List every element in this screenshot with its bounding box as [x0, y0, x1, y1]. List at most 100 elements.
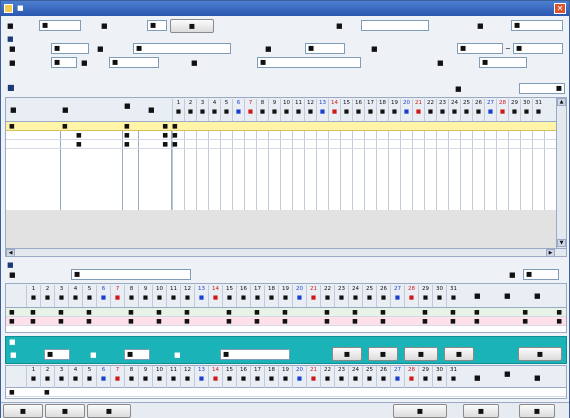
day-value[interactable]: ■ — [82, 308, 96, 317]
scroll-up-icon[interactable]: ▲ — [557, 98, 566, 106]
service-total-field[interactable]: ■ — [519, 83, 565, 94]
day-header-cell: 31 ■ — [446, 366, 460, 388]
change-button[interactable]: ■ — [368, 347, 398, 361]
day-value[interactable]: ■ — [54, 308, 68, 317]
delete-one-button[interactable]: ■ — [404, 347, 438, 361]
weekly-content-field[interactable]: ■ — [71, 269, 191, 280]
insured-number-field[interactable]: ■ — [51, 43, 89, 54]
close-icon[interactable]: ✕ — [554, 3, 566, 14]
day-value[interactable]: ■ — [278, 308, 292, 317]
day-value[interactable]: ■ — [54, 317, 68, 326]
delete-all-button[interactable]: ■ — [444, 347, 474, 361]
day-number: 12 — [184, 367, 191, 373]
day-number: 11 — [170, 367, 177, 373]
day-weekday: ■ — [58, 295, 65, 301]
provider-field[interactable]: ■ — [257, 57, 361, 68]
service-input-title: ■ — [9, 338, 16, 346]
office-field[interactable]: ■ — [147, 20, 167, 31]
day-header-cell: 28 ■ — [404, 366, 418, 388]
save-button[interactable]: ■ — [463, 404, 499, 418]
day-header-cell: 26 ■ — [472, 99, 484, 121]
valid-from-field[interactable]: ■ — [457, 43, 503, 54]
day-header-cell: 26 ■ — [376, 285, 390, 307]
day-value[interactable]: ■ — [418, 308, 432, 317]
day-value[interactable]: ■ — [376, 308, 390, 317]
end-time-label: ■ — [90, 351, 97, 359]
created-date-field[interactable]: ■ — [511, 20, 563, 31]
day-header-cell: 9 ■ — [138, 366, 152, 388]
insurer-name-field[interactable]: ■ — [109, 57, 159, 68]
day-weekday: ■ — [268, 295, 275, 301]
day-value[interactable]: ■ — [418, 317, 432, 326]
valid-to-field[interactable]: ■ — [513, 43, 563, 54]
office-list-button[interactable]: ■ — [170, 19, 214, 33]
day-value[interactable]: ■ — [250, 308, 264, 317]
weekly-plan-row[interactable]: ■ ■ ■ ■ ■ ■ ■ ■ ■ ■ ■ ■ ■ ■ ■ ■ ■ ■ — [6, 308, 566, 317]
weekly-plan-total: ■ — [556, 309, 562, 316]
day-weekday: ■ — [352, 376, 359, 382]
day-weekday: ■ — [44, 376, 51, 382]
day-number: 23 — [439, 100, 446, 106]
confirm-button[interactable]: ■ — [518, 347, 562, 361]
day-weekday: ■ — [338, 295, 345, 301]
day-header-cell: 2 ■ — [184, 99, 196, 121]
end-time-field[interactable]: ■ — [124, 349, 150, 360]
scrollbar-vertical[interactable]: ▲ ▼ — [556, 98, 566, 248]
day-value[interactable]: ■ — [250, 317, 264, 326]
table-row[interactable]: ■ ■ ■ ■ ■ — [6, 122, 556, 131]
day-weekday: ■ — [212, 295, 219, 301]
day-value[interactable]: ■ — [222, 308, 236, 317]
date-field[interactable]: ■ — [39, 20, 81, 31]
scroll-right-icon[interactable]: ▶ — [546, 249, 555, 257]
scrollbar-horizontal[interactable]: ◀ ▶ — [6, 248, 566, 257]
insured-section-title: ■ — [7, 35, 14, 43]
day-weekday: ■ — [86, 376, 93, 382]
creator-field[interactable] — [361, 20, 429, 31]
row-content: ■ — [62, 123, 68, 130]
weekly-plan-button[interactable]: ■ — [87, 404, 131, 418]
day-weekday: ■ — [415, 109, 422, 115]
day-value[interactable]: ■ — [124, 308, 138, 317]
day-number: 3 — [59, 367, 64, 373]
scroll-down-icon[interactable]: ▼ — [557, 239, 566, 247]
day-value[interactable]: ■ — [446, 317, 460, 326]
care-manager-field[interactable]: ■ — [479, 57, 527, 68]
scroll-left-icon[interactable]: ◀ — [6, 249, 15, 257]
add-button[interactable]: ■ — [332, 347, 362, 361]
day-value[interactable]: ■ — [320, 308, 334, 317]
day-value[interactable]: ■ — [446, 308, 460, 317]
day-header-cell: 12 ■ — [180, 366, 194, 388]
previous-data-button[interactable]: ■ — [3, 404, 43, 418]
close-button[interactable]: ■ — [519, 404, 555, 418]
insured-name-field[interactable]: ■ — [133, 43, 231, 54]
day-value[interactable]: ■ — [320, 317, 334, 326]
service-input-row[interactable]: ■ ■ — [6, 388, 566, 397]
service-settings-button[interactable]: ■ — [45, 404, 85, 418]
day-value[interactable]: ■ — [152, 317, 166, 326]
table-row[interactable]: ■ ■ ■ ■ — [6, 140, 556, 149]
weekly-unit-field[interactable]: ■ — [523, 269, 559, 280]
day-number: 13 — [198, 286, 205, 292]
day-value[interactable]: ■ — [222, 317, 236, 326]
insurer-number-field[interactable]: ■ — [51, 57, 77, 68]
day-value[interactable]: ■ — [82, 317, 96, 326]
day-header-cell: 7 ■ — [110, 366, 124, 388]
care-level-select[interactable]: ■ — [305, 43, 345, 54]
day-value[interactable]: ■ — [26, 317, 40, 326]
day-value[interactable]: ■ — [152, 308, 166, 317]
table-row[interactable]: ■ ■ ■ ■ — [6, 131, 556, 140]
day-value[interactable]: ■ — [180, 317, 194, 326]
service-content-select[interactable]: ■ — [220, 349, 290, 360]
day-weekday: ■ — [100, 295, 107, 301]
day-value[interactable]: ■ — [180, 308, 194, 317]
day-value[interactable]: ■ — [376, 317, 390, 326]
day-weekday: ■ — [338, 376, 345, 382]
day-value[interactable]: ■ — [348, 308, 362, 317]
weekly-actual-row[interactable]: ■ ■ ■ ■ ■ ■ ■ ■ ■ ■ ■ ■ ■ ■ ■ ■ ■ ■ — [6, 317, 566, 326]
day-value[interactable]: ■ — [124, 317, 138, 326]
day-value[interactable]: ■ — [348, 317, 362, 326]
start-time-field[interactable]: ■ — [44, 349, 70, 360]
day-value[interactable]: ■ — [26, 308, 40, 317]
print-button[interactable]: ■ — [393, 404, 447, 418]
day-value[interactable]: ■ — [278, 317, 292, 326]
